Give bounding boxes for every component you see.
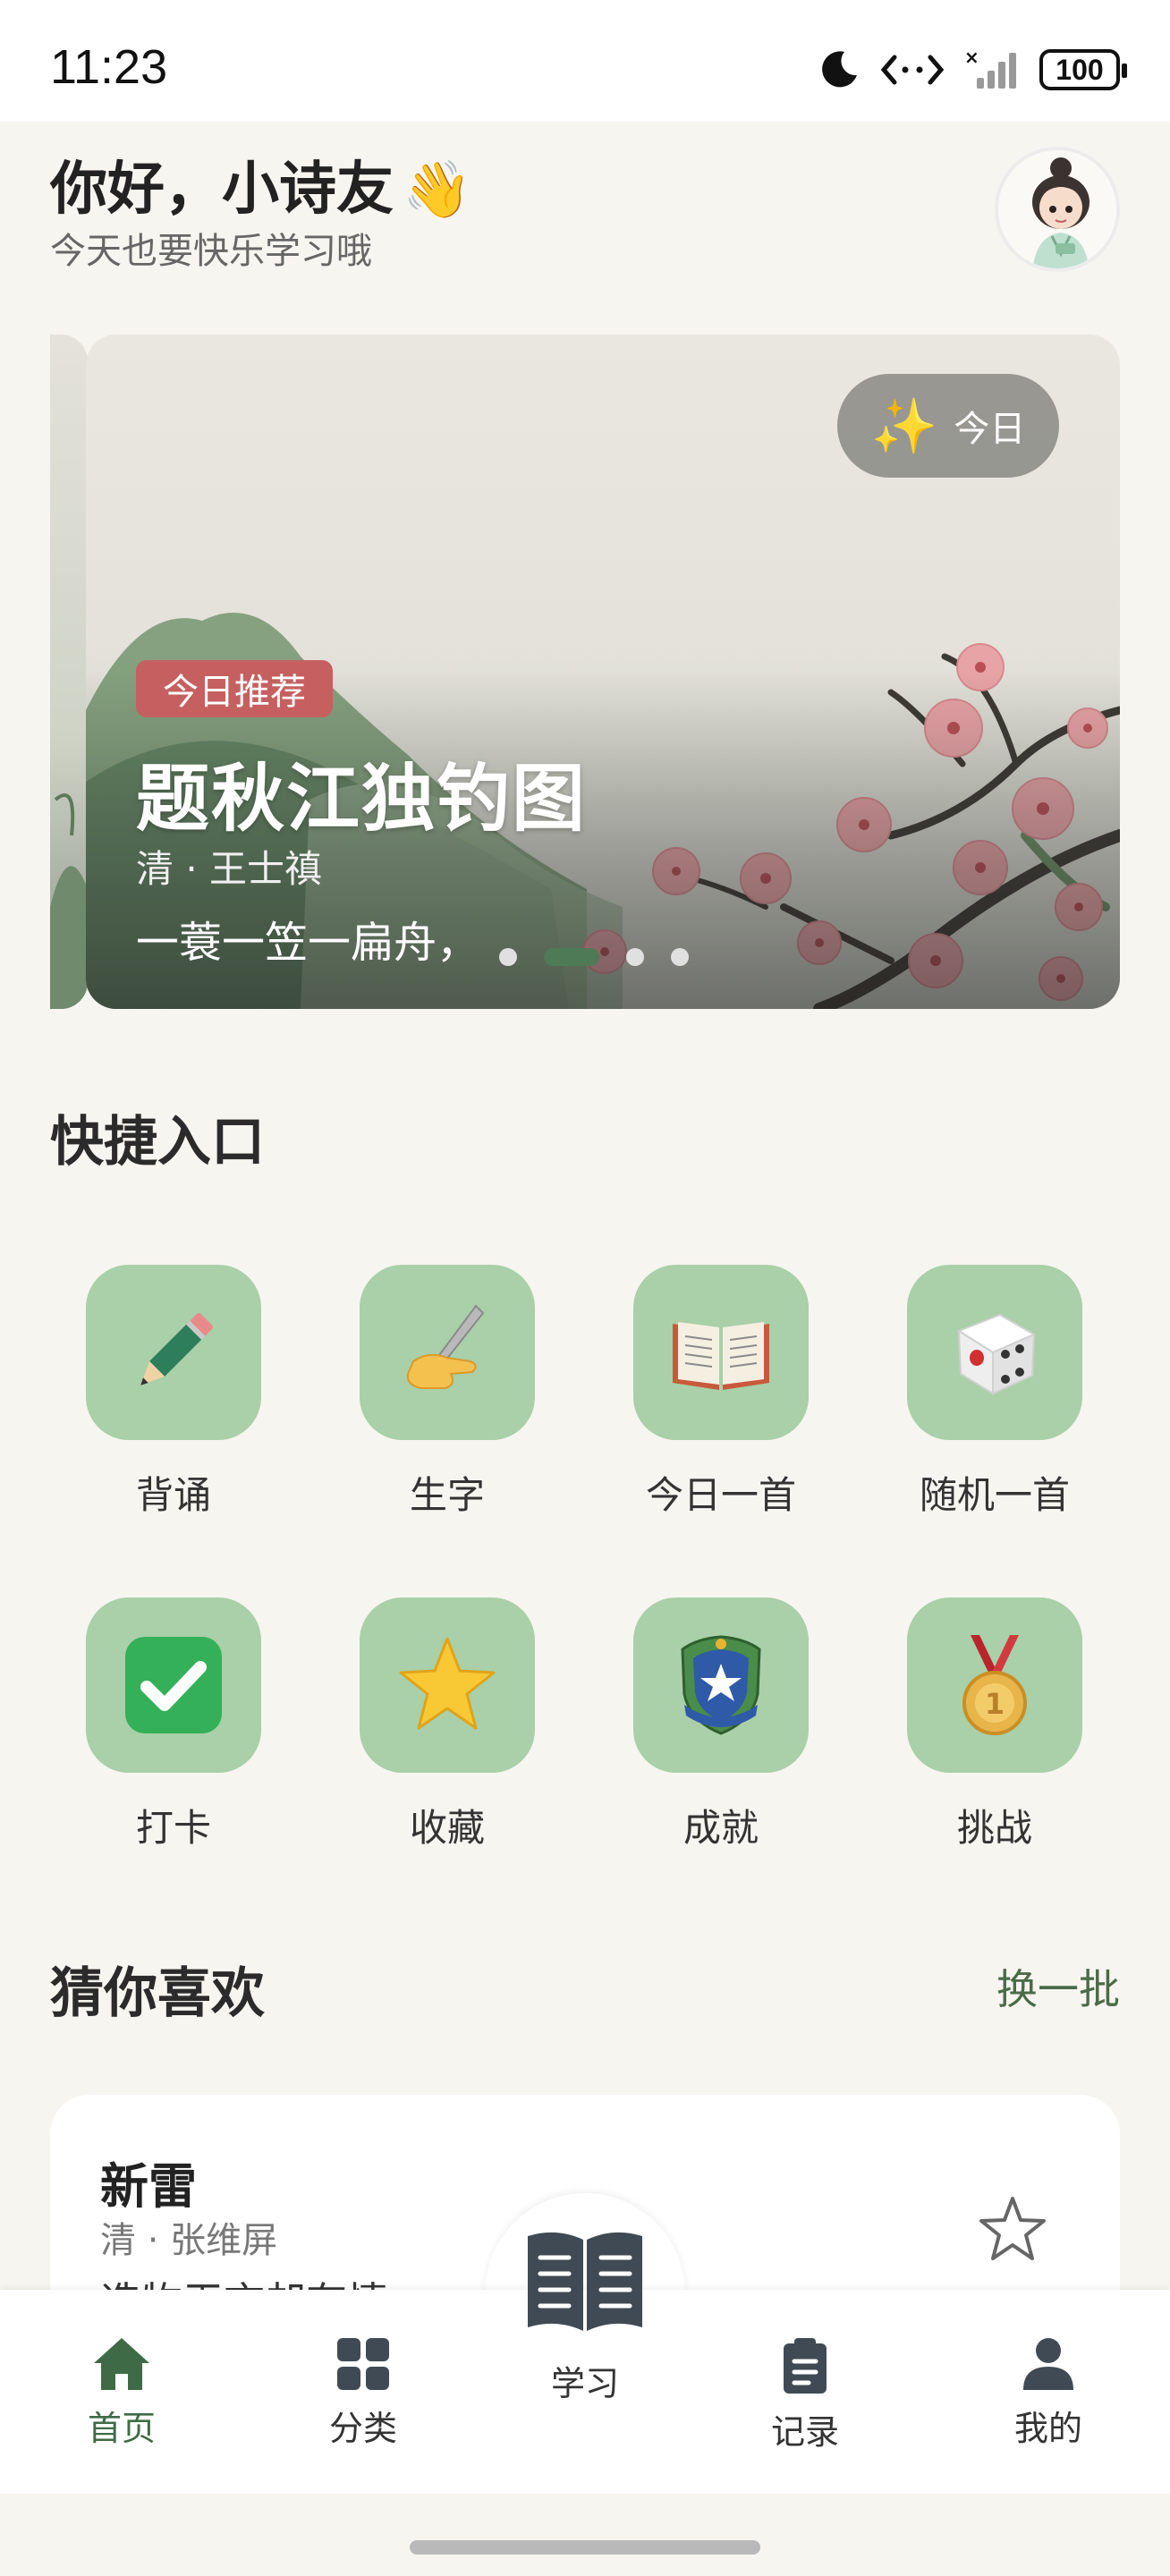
- quick-item-characters[interactable]: 生字: [349, 1265, 546, 1520]
- star-icon: [399, 1637, 496, 1730]
- quick-icon-tile: [907, 1265, 1082, 1440]
- quick-item-achievements[interactable]: 成就: [623, 1597, 819, 1852]
- battery-icon: 100: [1039, 49, 1127, 90]
- quick-item-random-poem[interactable]: 随机一首: [896, 1265, 1093, 1520]
- book-icon: [528, 2232, 642, 2331]
- quick-icon-tile: [633, 1265, 809, 1440]
- signal-icon: ×: [964, 47, 1016, 89]
- quick-icon-tile: [360, 1265, 535, 1440]
- check-mark-icon: [125, 1637, 222, 1733]
- nav-category[interactable]: 分类: [292, 2336, 435, 2450]
- today-chip-label: 今日: [954, 409, 1026, 450]
- home-indicator[interactable]: [410, 2540, 760, 2555]
- quick-item-label: 成就: [682, 1806, 759, 1850]
- home-indicator-area: [0, 2494, 1170, 2576]
- poem-card-title: 新雷: [100, 2158, 197, 2215]
- svg-text:×: ×: [964, 47, 979, 68]
- avatar[interactable]: [995, 147, 1120, 272]
- quick-icon-tile: [360, 1597, 535, 1773]
- prev-slide-art: [50, 793, 88, 1009]
- avatar-illustration: [998, 150, 1116, 268]
- quick-item-label: 随机一首: [919, 1473, 1070, 1517]
- change-batch-button[interactable]: 换一批: [996, 1957, 1120, 2016]
- home-icon: [94, 2338, 149, 2390]
- nav-label: 首页: [87, 2409, 156, 2448]
- greeting-text: 你好，小诗友: [50, 157, 394, 223]
- status-bar: 11:23 × 100: [0, 0, 1170, 122]
- grid-icon: [337, 2338, 389, 2390]
- quick-icon-tile: [86, 1265, 261, 1440]
- sparkles-icon: ✨: [870, 394, 938, 458]
- favorite-star-icon[interactable]: [977, 2193, 1048, 2265]
- status-icons: × 100: [818, 45, 1127, 95]
- today-recommend-banner[interactable]: ✨ 今日 今日推荐 题秋江独钓图 清 · 王士禛 一蓑一笠一扁舟，: [86, 335, 1120, 1009]
- page-dot[interactable]: [626, 948, 644, 966]
- quick-icon-tile: 1: [907, 1597, 1082, 1773]
- nav-label: 我的: [1013, 2409, 1082, 2448]
- poem-card-author: 清 · 张维屏: [100, 2220, 278, 2261]
- waving-hand-icon: 👋: [403, 157, 472, 222]
- quick-access-title: 快捷入口: [50, 1111, 265, 1174]
- quick-item-label: 背诵: [135, 1473, 211, 1517]
- status-time: 11:23: [50, 40, 168, 94]
- pencil-icon: [140, 1312, 214, 1385]
- writing-hand-icon: [406, 1304, 485, 1389]
- nav-label: 学习: [550, 2364, 619, 2403]
- nav-profile[interactable]: 我的: [977, 2336, 1120, 2450]
- data-transfer-icon: [880, 55, 945, 85]
- quick-item-recite[interactable]: 背诵: [75, 1265, 272, 1520]
- quick-item-label: 挑战: [956, 1806, 1032, 1850]
- svg-text:1: 1: [985, 1687, 1005, 1721]
- greeting-subtitle: 今天也要快乐学习哦: [50, 231, 372, 272]
- nav-records[interactable]: 记录: [733, 2336, 877, 2453]
- quick-item-favorites[interactable]: 收藏: [349, 1597, 546, 1852]
- person-icon: [1023, 2338, 1073, 2390]
- nav-label: 分类: [328, 2409, 397, 2448]
- open-book-icon: [673, 1322, 769, 1390]
- medal-icon: 1: [962, 1635, 1027, 1735]
- page-dot[interactable]: [671, 948, 689, 966]
- nav-home[interactable]: 首页: [50, 2336, 193, 2450]
- quick-item-daily-poem[interactable]: 今日一首: [623, 1265, 819, 1520]
- greeting-title: 你好，小诗友 👋: [50, 143, 471, 225]
- page-dot[interactable]: [499, 948, 517, 966]
- clipboard-icon: [784, 2338, 827, 2394]
- page-dot-active[interactable]: [544, 948, 599, 966]
- nav-label: 记录: [770, 2412, 839, 2452]
- badge-icon: [681, 1635, 761, 1735]
- quick-item-label: 打卡: [135, 1806, 211, 1850]
- banner-page-indicator: [499, 948, 689, 966]
- moon-icon: [822, 51, 857, 88]
- nav-learn[interactable]: 学习: [513, 2227, 657, 2405]
- recommend-title: 猜你喜欢: [50, 1962, 265, 2025]
- poem-title: 题秋江独钓图: [136, 757, 588, 842]
- banner-prev-slide[interactable]: [50, 335, 88, 1009]
- quick-icon-tile: [86, 1597, 261, 1773]
- quick-item-label: 生字: [409, 1473, 485, 1517]
- quick-item-label: 收藏: [409, 1806, 485, 1850]
- poem-first-line: 一蓑一笠一扁舟，: [136, 918, 480, 968]
- today-chip[interactable]: ✨ 今日: [837, 374, 1059, 478]
- quick-item-challenge[interactable]: 1 挑战: [896, 1597, 1093, 1852]
- quick-item-label: 今日一首: [645, 1473, 796, 1517]
- quick-item-checkin[interactable]: 打卡: [75, 1597, 272, 1852]
- poem-author: 清 · 王士禛: [136, 847, 323, 891]
- recommend-badge: 今日推荐: [136, 660, 333, 717]
- quick-icon-tile: [633, 1597, 809, 1773]
- dice-icon: [956, 1313, 1037, 1395]
